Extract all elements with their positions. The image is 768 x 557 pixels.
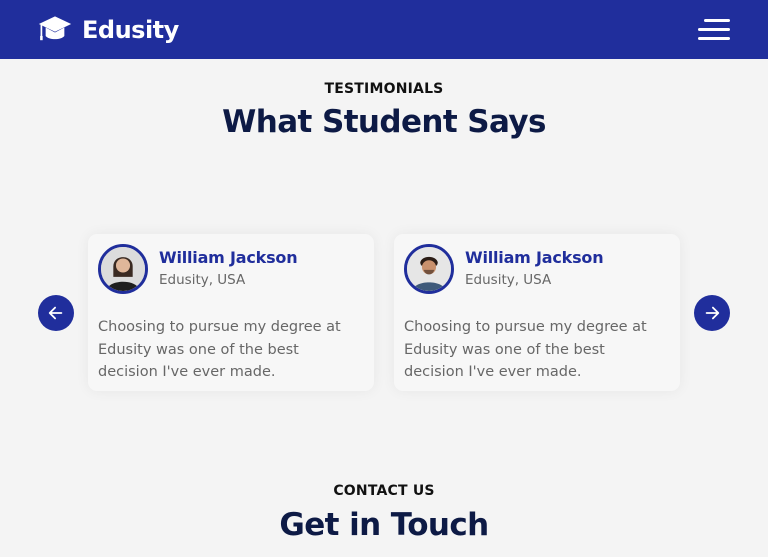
user-name: William Jackson: [465, 248, 604, 267]
user-photo-icon: [407, 247, 451, 291]
hamburger-menu-icon[interactable]: [698, 17, 730, 43]
testimonial-card: William Jackson Edusity, USA Choosing to…: [394, 234, 680, 391]
arrow-left-icon: [48, 306, 63, 320]
user-location: Edusity, USA: [159, 272, 246, 288]
user-avatar: [404, 244, 454, 294]
user-location: Edusity, USA: [465, 272, 552, 288]
navbar: Edusity: [0, 0, 768, 59]
graduation-cap-icon: [38, 15, 72, 40]
testimonials-subtitle: TESTIMONIALS: [324, 81, 444, 97]
testimonial-quote: Choosing to pursue my degree at Edusity …: [98, 319, 341, 380]
user-photo-icon: [101, 247, 145, 291]
contact-title: Get in Touch: [279, 507, 489, 543]
user-avatar: [98, 244, 148, 294]
user-name: William Jackson: [159, 248, 298, 267]
testimonials-title: What Student Says: [222, 104, 546, 140]
arrow-right-icon: [705, 306, 720, 320]
testimonial-quote: Choosing to pursue my degree at Edusity …: [404, 319, 647, 380]
brand-logo-link[interactable]: Edusity: [38, 13, 179, 47]
brand-name: Edusity: [82, 15, 179, 44]
contact-subtitle: CONTACT US: [333, 483, 435, 499]
testimonial-card: William Jackson Edusity, USA Choosing to…: [88, 234, 374, 391]
next-slide-button[interactable]: [694, 295, 730, 331]
previous-slide-button[interactable]: [38, 295, 74, 331]
